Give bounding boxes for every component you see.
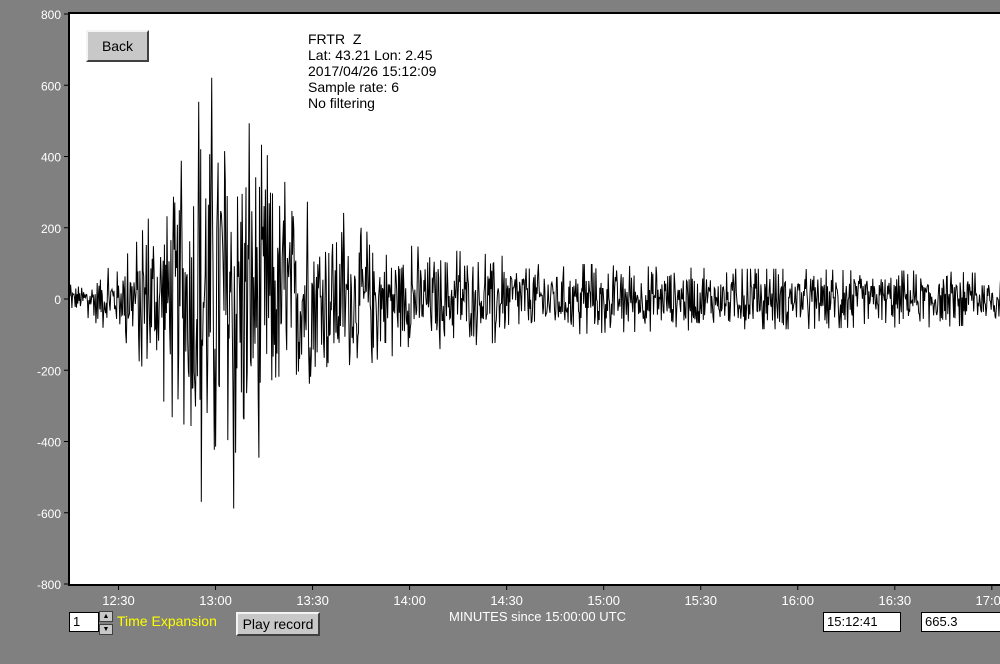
seismogram-chart: 800 600 400 200 0 -200 -400 -600 -800 12:30 13:00… xyxy=(37,8,1000,608)
y-tick-label: 400 xyxy=(41,151,61,165)
x-tick-label: 15:00 xyxy=(587,593,620,608)
y-tick-label: -600 xyxy=(37,507,61,521)
x-tick-label: 14:00 xyxy=(393,593,426,608)
y-tick-label: 600 xyxy=(41,79,61,93)
record-datetime: 2017/04/26 15:12:09 xyxy=(308,63,437,79)
x-tick-label: 15:30 xyxy=(684,593,717,608)
y-tick-label: -200 xyxy=(37,364,61,378)
cursor-time-field: 15:12:41 xyxy=(823,612,901,632)
x-tick-label: 13:00 xyxy=(199,593,232,608)
y-tick-label: 200 xyxy=(41,222,61,236)
y-axis: 800 600 400 200 0 -200 -400 -600 -800 xyxy=(37,8,70,592)
x-tick-label: 17:00 xyxy=(976,593,1000,608)
y-tick-label: -800 xyxy=(37,578,61,592)
station-coordinates: Lat: 43.21 Lon: 2.45 xyxy=(308,47,433,63)
x-tick-label: 14:30 xyxy=(490,593,523,608)
spin-down-icon[interactable]: ▼ xyxy=(99,624,113,635)
y-tick-label: 0 xyxy=(54,293,61,307)
y-tick-label: -400 xyxy=(37,436,61,450)
back-button[interactable]: Back xyxy=(86,30,149,62)
station-code: FRTR Z xyxy=(308,31,362,47)
y-tick-label: 800 xyxy=(41,8,61,22)
sample-rate: Sample rate: 6 xyxy=(308,79,400,95)
filter-status: No filtering xyxy=(308,95,375,111)
x-tick-label: 16:00 xyxy=(781,593,814,608)
x-tick-label: 12:30 xyxy=(102,593,135,608)
cursor-amplitude-field: 665.3 xyxy=(921,612,1000,632)
x-tick-label: 16:30 xyxy=(879,593,912,608)
x-tick-label: 13:30 xyxy=(296,593,329,608)
x-axis: 12:30 13:00 13:30 14:00 14:30 15:00 15:30 16:00… xyxy=(102,584,1000,608)
